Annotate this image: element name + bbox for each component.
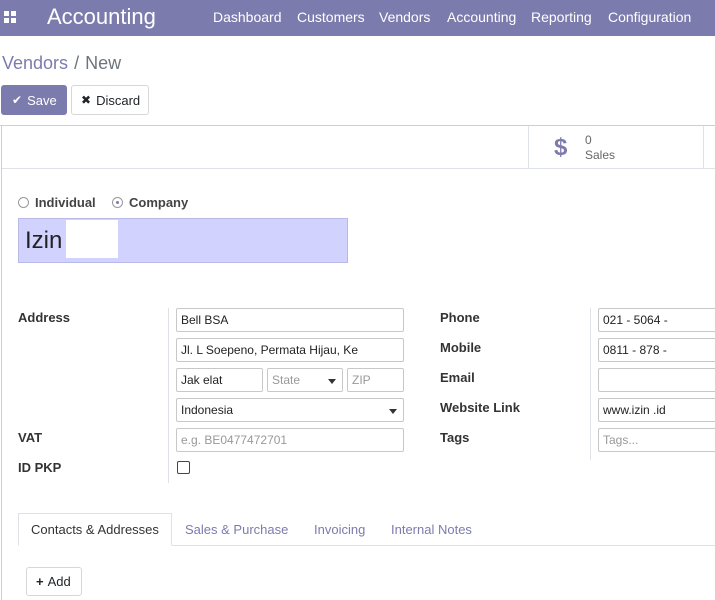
- chevron-down-icon: [389, 409, 397, 414]
- street2-input[interactable]: Jl. L Soepeno, Permata Hijau, Ke: [176, 338, 404, 362]
- breadcrumb: Vendors / New: [2, 53, 121, 74]
- tab-internal-notes[interactable]: Internal Notes: [391, 513, 472, 546]
- breadcrumb-current: New: [85, 53, 122, 73]
- tags-label: Tags: [440, 430, 470, 445]
- plus-icon: +: [36, 574, 44, 589]
- tags-input[interactable]: Tags...: [598, 428, 715, 452]
- left-group-divider: [168, 308, 169, 483]
- id-pkp-checkbox[interactable]: [177, 461, 190, 474]
- vat-label: VAT: [18, 430, 43, 445]
- sheet-border-left: [1, 125, 2, 600]
- redaction-mask: [271, 310, 396, 330]
- state-select[interactable]: State: [267, 368, 343, 392]
- address-label: Address: [18, 310, 71, 325]
- top-navbar: Accounting Dashboard Customers Vendors A…: [0, 0, 715, 36]
- phone-input[interactable]: 021 - 5064 -: [598, 308, 715, 332]
- radio-circle-checked: [112, 197, 123, 208]
- country-select[interactable]: Indonesia: [176, 398, 404, 422]
- breadcrumb-vendors-link[interactable]: Vendors: [2, 53, 68, 73]
- add-label: Add: [47, 574, 71, 589]
- close-icon: ✖: [81, 93, 92, 107]
- vat-input[interactable]: e.g. BE0477472701: [176, 428, 404, 452]
- button-box-divider: [2, 168, 715, 169]
- menu-accounting[interactable]: Accounting: [447, 9, 516, 25]
- zip-input[interactable]: ZIP: [347, 368, 404, 392]
- menu-reporting[interactable]: Reporting: [531, 9, 592, 25]
- radio-company[interactable]: Company: [112, 195, 188, 210]
- tab-contacts-addresses[interactable]: Contacts & Addresses: [18, 513, 172, 546]
- website-label: Website Link: [440, 400, 520, 415]
- email-label: Email: [440, 370, 475, 385]
- mobile-label: Mobile: [440, 340, 482, 355]
- website-input[interactable]: www.izin .id: [598, 398, 715, 422]
- menu-customers[interactable]: Customers: [297, 9, 365, 25]
- id-pkp-label: ID PKP: [18, 460, 62, 475]
- menu-configuration[interactable]: Configuration: [608, 9, 691, 25]
- dollar-icon: $: [554, 134, 568, 161]
- main-menu: Dashboard Customers Vendors Accounting R…: [0, 9, 715, 29]
- radio-individual-label: Individual: [35, 195, 96, 210]
- city-input[interactable]: Jak elat: [176, 368, 263, 392]
- radio-individual[interactable]: Individual: [18, 195, 96, 210]
- breadcrumb-separator: /: [74, 53, 80, 73]
- discard-button[interactable]: ✖ Discard: [71, 85, 149, 115]
- radio-circle: [18, 197, 29, 208]
- mobile-input[interactable]: 0811 - 878 -: [598, 338, 715, 362]
- save-button[interactable]: ✔ Save: [1, 85, 67, 115]
- tab-invoicing[interactable]: Invoicing: [314, 513, 365, 546]
- tab-sales-purchase[interactable]: Sales & Purchase: [185, 513, 288, 546]
- phone-label: Phone: [440, 310, 480, 325]
- menu-dashboard[interactable]: Dashboard: [213, 9, 282, 25]
- sales-stat-button[interactable]: $ 0 Sales: [528, 126, 704, 168]
- redaction-mask: [66, 220, 118, 258]
- discard-label: Discard: [96, 92, 141, 108]
- country-value: Indonesia: [181, 403, 234, 417]
- check-icon: ✔: [12, 93, 23, 107]
- sales-label: Sales: [585, 148, 616, 162]
- chevron-down-icon: [328, 379, 336, 384]
- right-group-divider: [590, 308, 591, 460]
- state-placeholder: State: [272, 373, 301, 387]
- email-input[interactable]: [598, 368, 715, 392]
- radio-company-label: Company: [129, 195, 189, 210]
- menu-vendors[interactable]: Vendors: [379, 9, 430, 25]
- sales-count: 0: [585, 133, 592, 147]
- add-contact-button[interactable]: + Add: [26, 567, 82, 596]
- save-label: Save: [27, 92, 57, 108]
